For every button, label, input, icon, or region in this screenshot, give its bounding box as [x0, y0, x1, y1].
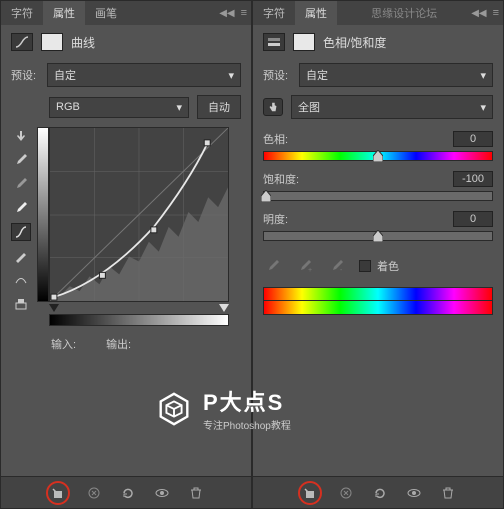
panel-header: 色相/饱和度	[253, 25, 503, 59]
channel-row: RGB ▾ 自动	[1, 91, 251, 123]
point-curve-icon[interactable]	[11, 223, 31, 241]
eyedropper-add-icon[interactable]: +	[295, 257, 315, 275]
tab-row: 字符 属性 思缘设计论坛 ◀◀ ≡	[253, 1, 503, 25]
curves-panel: 字符 属性 画笔 ◀◀ ≡ 曲线 预设: 自定 ▾ RGB ▾ 自动	[0, 0, 252, 509]
eyedropper-row: + - 着色	[263, 251, 493, 281]
tools-column	[11, 127, 31, 326]
preset-value: 自定	[306, 67, 328, 83]
channel-dropdown[interactable]: RGB ▾	[49, 97, 189, 118]
panel-footer	[1, 476, 251, 508]
preset-label: 预设:	[11, 67, 39, 83]
input-label: 输入:	[51, 336, 76, 352]
eyedropper-white-icon[interactable]	[11, 199, 31, 217]
layer-mask-thumb[interactable]	[41, 33, 63, 51]
white-point-handle[interactable]	[219, 304, 229, 312]
view-previous-icon[interactable]	[84, 483, 104, 503]
lightness-value[interactable]: 0	[453, 211, 493, 227]
saturation-value[interactable]: -100	[453, 171, 493, 187]
svg-text:-: -	[340, 267, 343, 273]
layer-mask-thumb[interactable]	[293, 33, 315, 51]
tab-character[interactable]: 字符	[253, 1, 295, 25]
lightness-label: 明度:	[263, 211, 288, 227]
preset-label: 预设:	[263, 67, 291, 83]
eyedropper-sub-icon[interactable]: -	[327, 257, 347, 275]
reset-icon[interactable]	[370, 483, 390, 503]
tab-properties[interactable]: 属性	[295, 1, 337, 25]
visibility-icon[interactable]	[152, 483, 172, 503]
output-gradient	[37, 127, 49, 302]
saturation-label: 饱和度:	[263, 171, 299, 187]
lightness-row: 明度: 0	[263, 211, 493, 241]
panel-menu-icon[interactable]: ≡	[241, 7, 247, 19]
eyedropper-icon[interactable]	[263, 257, 283, 275]
tab-properties[interactable]: 属性	[43, 1, 85, 25]
clip-to-layer-icon[interactable]	[46, 481, 70, 505]
hue-sat-panel: 字符 属性 思缘设计论坛 ◀◀ ≡ 色相/饱和度 预设: 自定 ▾ 全图 ▾ 色…	[252, 0, 504, 509]
saturation-slider[interactable]	[263, 191, 493, 201]
visibility-icon[interactable]	[404, 483, 424, 503]
rainbow-bar-bottom	[263, 301, 493, 315]
lightness-handle[interactable]	[373, 230, 383, 242]
panel-collapse-icon[interactable]: ◀◀	[219, 8, 234, 19]
hue-row: 色相: 0	[263, 131, 493, 161]
preset-dropdown[interactable]: 自定 ▾	[299, 63, 493, 87]
reset-icon[interactable]	[118, 483, 138, 503]
panel-collapse-icon[interactable]: ◀◀	[471, 8, 486, 19]
view-previous-icon[interactable]	[336, 483, 356, 503]
auto-button[interactable]: 自动	[197, 95, 241, 119]
chevron-down-icon: ▾	[480, 101, 486, 114]
panel-header: 曲线	[1, 25, 251, 59]
saturation-row: 饱和度: -100	[263, 171, 493, 201]
tab-row: 字符 属性 画笔 ◀◀ ≡	[1, 1, 251, 25]
tab-character[interactable]: 字符	[1, 1, 43, 25]
preset-row: 预设: 自定 ▾	[1, 59, 251, 91]
sliders: 色相: 0 饱和度: -100 明度: 0	[253, 123, 503, 323]
saturation-handle[interactable]	[261, 190, 271, 202]
chevron-down-icon: ▾	[228, 69, 234, 82]
preset-row: 预设: 自定 ▾	[253, 59, 503, 91]
adjustment-title: 曲线	[71, 34, 95, 51]
preset-value: 自定	[54, 67, 76, 83]
chevron-down-icon: ▾	[480, 69, 486, 82]
panel-menu-icon[interactable]: ≡	[493, 7, 499, 19]
trash-icon[interactable]	[186, 483, 206, 503]
io-row: 输入: 输出:	[1, 330, 251, 358]
finger-tool-icon[interactable]	[11, 127, 31, 145]
tab-brushes[interactable]: 画笔	[85, 1, 127, 25]
curves-content	[1, 123, 251, 330]
input-gradient	[49, 314, 229, 326]
clip-to-layer-icon[interactable]	[298, 481, 322, 505]
range-dropdown[interactable]: 全图 ▾	[291, 95, 493, 119]
eyedropper-gray-icon[interactable]	[11, 175, 31, 193]
lightness-slider[interactable]	[263, 231, 493, 241]
adjustment-title: 色相/饱和度	[323, 34, 386, 51]
channel-row: 全图 ▾	[253, 91, 503, 123]
watermark-top: 思缘设计论坛	[337, 5, 471, 21]
hue-label: 色相:	[263, 131, 288, 147]
panel-footer	[253, 476, 503, 508]
clip-icon[interactable]	[11, 295, 31, 313]
pencil-curve-icon[interactable]	[11, 247, 31, 265]
curve-wrap	[37, 127, 229, 326]
eyedropper-black-icon[interactable]	[11, 151, 31, 169]
svg-text:+: +	[308, 267, 312, 273]
colorize-checkbox[interactable]: 着色	[359, 258, 399, 274]
chevron-down-icon: ▾	[176, 101, 182, 114]
channel-value: RGB	[56, 101, 80, 113]
finger-scrub-icon[interactable]	[263, 98, 283, 116]
hue-sat-icon	[263, 33, 285, 51]
rainbow-bar-top	[263, 287, 493, 301]
preset-dropdown[interactable]: 自定 ▾	[47, 63, 241, 87]
curves-icon	[11, 33, 33, 51]
range-value: 全图	[298, 99, 320, 115]
black-point-handle[interactable]	[49, 304, 59, 312]
curve-graph[interactable]	[49, 127, 229, 302]
hue-value[interactable]: 0	[453, 131, 493, 147]
trash-icon[interactable]	[438, 483, 458, 503]
output-label: 输出:	[106, 336, 131, 352]
hue-slider[interactable]	[263, 151, 493, 161]
hue-handle[interactable]	[373, 150, 383, 162]
smooth-icon[interactable]	[11, 271, 31, 289]
